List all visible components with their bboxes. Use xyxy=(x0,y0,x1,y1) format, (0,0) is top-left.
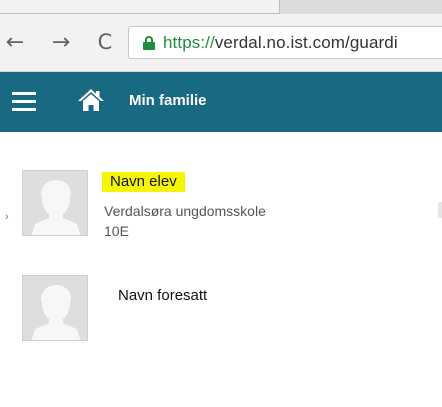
lock-icon xyxy=(143,36,155,50)
page-title: Min familie xyxy=(129,92,207,109)
user-silhouette-icon xyxy=(31,285,81,340)
avatar xyxy=(22,170,88,236)
avatar xyxy=(22,275,88,341)
browser-tab-strip xyxy=(0,0,442,14)
reload-button[interactable]: C xyxy=(92,28,118,56)
browser-tab[interactable] xyxy=(0,0,280,14)
family-list: › Navn elev Verdalsøra ungdomsskole 10E … xyxy=(0,132,442,407)
forward-button[interactable]: → xyxy=(48,28,74,56)
forward-arrow-icon: → xyxy=(51,29,71,55)
browser-toolbar: ← → C https://verdal.no.ist.com/guardi xyxy=(0,14,442,72)
home-icon[interactable] xyxy=(77,86,105,114)
hamburger-menu-icon[interactable] xyxy=(12,92,36,111)
url-path: verdal.no.ist.com/guardi xyxy=(214,33,398,52)
reload-icon: C xyxy=(97,30,113,54)
scroll-marker-left: › xyxy=(5,211,9,223)
address-bar[interactable]: https://verdal.no.ist.com/guardi xyxy=(128,26,442,59)
guardian-name[interactable]: Navn foresatt xyxy=(118,287,207,304)
app-header: Min familie xyxy=(0,72,442,132)
url-scheme: https:// xyxy=(163,33,215,52)
url-text[interactable]: https://verdal.no.ist.com/guardi xyxy=(163,33,398,53)
back-arrow-icon: ← xyxy=(5,29,25,55)
user-silhouette-icon xyxy=(31,180,81,235)
student-name[interactable]: Navn elev xyxy=(102,172,185,192)
school-name: Verdalsøra ungdomsskole xyxy=(104,203,266,219)
back-button[interactable]: ← xyxy=(2,28,28,56)
class-label: 10E xyxy=(104,223,129,239)
scroll-marker-right xyxy=(438,202,442,218)
